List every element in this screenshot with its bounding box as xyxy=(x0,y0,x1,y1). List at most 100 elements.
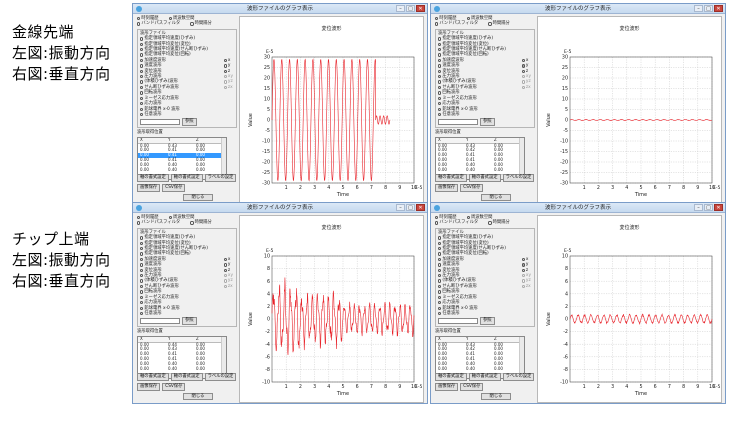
file-path-input[interactable] xyxy=(438,318,478,325)
x-tick-label: 7 xyxy=(668,185,671,191)
save-csv-button[interactable]: CSV保存 xyxy=(460,184,484,192)
maximize-button[interactable]: □ xyxy=(406,5,415,12)
table-cell: 0.00 xyxy=(494,166,503,172)
waveform-file-option[interactable]: 任意波形 xyxy=(438,112,533,117)
table-cell: 0.00 xyxy=(196,166,205,172)
file-path-input[interactable] xyxy=(438,119,478,126)
radio-time-interval[interactable]: 時間隔分 xyxy=(190,220,212,225)
window-titlebar[interactable]: 波形ファイルのグラフ表示 – □ ✕ xyxy=(133,203,427,213)
caption-line: 右図:垂直方向 xyxy=(12,65,111,83)
radio-time-interval[interactable]: 時間隔分 xyxy=(488,220,510,225)
plot-area: 変位波形 -30 -25 -20 -15 -10 -5 0 5 10 15 20 25 30 1 2 3 4 5 6 7… xyxy=(537,16,722,204)
y-tick-label: -4 xyxy=(265,342,270,348)
minimize-button[interactable]: – xyxy=(396,204,405,211)
minimize-button[interactable]: – xyxy=(694,5,703,12)
file-path-input[interactable] xyxy=(140,119,180,126)
window-titlebar[interactable]: 波形ファイルのグラフ表示 – □ ✕ xyxy=(431,203,725,213)
maximize-button[interactable]: □ xyxy=(704,204,713,211)
label-settings-button[interactable]: ラベルの設定 xyxy=(204,373,237,381)
radio-icon xyxy=(521,85,525,90)
axis-format-button-2[interactable]: 軸の書式設定 xyxy=(170,373,203,381)
radio-label: バンドパスフィルタ xyxy=(141,220,181,226)
axis-format-button[interactable]: 軸の書式設定 xyxy=(435,373,467,381)
browse-button[interactable]: 参照 xyxy=(182,317,197,326)
x-axis-label: Time xyxy=(336,391,349,397)
save-csv-button[interactable]: CSV保存 xyxy=(162,184,186,192)
maximize-button[interactable]: □ xyxy=(406,204,415,211)
radio-icon xyxy=(190,22,194,26)
window-titlebar[interactable]: 波形ファイルのグラフ表示 – □ ✕ xyxy=(133,4,427,14)
close-window-button[interactable]: ✕ xyxy=(416,204,425,211)
radio-bandpass[interactable]: バンドパスフィルタ xyxy=(435,220,478,225)
radio-icon xyxy=(223,58,227,63)
file-path-input[interactable] xyxy=(140,318,180,325)
table-vertical-scrollbar[interactable] xyxy=(519,336,524,378)
x-tick-label: 4 xyxy=(327,384,330,390)
table-row[interactable]: 0.00 0.40 0.00 xyxy=(436,166,524,173)
radio-bandpass[interactable]: バンドパスフィルタ xyxy=(435,21,478,26)
browse-button[interactable]: 参照 xyxy=(480,317,495,326)
window-controls: – □ ✕ xyxy=(396,5,425,12)
minimize-button[interactable]: – xyxy=(694,204,703,211)
table-cell: 0.00 xyxy=(140,365,149,371)
save-image-button[interactable]: 画像保存 xyxy=(137,184,161,192)
y-tick-label: 15 xyxy=(264,86,270,92)
axis-option-zx[interactable]: zx xyxy=(521,283,531,289)
radio-time-interval[interactable]: 時間隔分 xyxy=(488,21,510,26)
y-tick-label: -6 xyxy=(265,354,270,360)
label-settings-button[interactable]: ラベルの設定 xyxy=(502,174,535,182)
close-button[interactable]: 閉じる xyxy=(481,393,511,400)
axis-option-zx[interactable]: zx xyxy=(223,84,233,90)
radio-bandpass[interactable]: バンドパスフィルタ xyxy=(137,220,180,225)
radio-time-interval[interactable]: 時間隔分 xyxy=(190,21,212,26)
browse-button[interactable]: 参照 xyxy=(480,118,495,127)
axis-format-button-2[interactable]: 軸の書式設定 xyxy=(468,174,501,182)
save-csv-button[interactable]: CSV保存 xyxy=(162,383,186,391)
x-tick-label: 6 xyxy=(654,384,657,390)
axis-format-button-2[interactable]: 軸の書式設定 xyxy=(468,373,501,381)
filter-row: バンドパスフィルタ 時間隔分 xyxy=(435,21,535,26)
radio-icon xyxy=(521,268,525,273)
radio-icon xyxy=(438,263,442,267)
save-image-button[interactable]: 画像保存 xyxy=(435,184,459,192)
save-image-button[interactable]: 画像保存 xyxy=(435,383,459,391)
x-tick-label: 8 xyxy=(682,384,685,390)
radio-icon xyxy=(438,69,442,74)
table-vertical-scrollbar[interactable] xyxy=(519,137,524,179)
label-settings-button[interactable]: ラベルの設定 xyxy=(502,373,535,381)
radio-label: 時間隔分 xyxy=(492,220,510,226)
x-tick-label: 8 xyxy=(682,185,685,191)
table-row[interactable]: 0.00 0.40 0.00 xyxy=(138,166,226,173)
waveform-file-option[interactable]: 任意波形 xyxy=(438,311,533,316)
close-button[interactable]: 閉じる xyxy=(183,393,213,400)
maximize-button[interactable]: □ xyxy=(704,5,713,12)
axis-format-button-2[interactable]: 軸の書式設定 xyxy=(170,174,203,182)
table-row[interactable]: 0.00 0.40 0.00 xyxy=(138,365,226,372)
close-window-button[interactable]: ✕ xyxy=(714,204,723,211)
axis-option-zx[interactable]: zx xyxy=(521,85,531,90)
close-window-button[interactable]: ✕ xyxy=(714,5,723,12)
axis-format-button[interactable]: 軸の書式設定 xyxy=(137,373,169,381)
axis-format-button[interactable]: 軸の書式設定 xyxy=(435,174,467,182)
table-vertical-scrollbar[interactable] xyxy=(221,336,226,378)
close-button[interactable]: 閉じる xyxy=(183,194,213,201)
table-vertical-scrollbar[interactable] xyxy=(221,137,226,179)
axis-option-label: zx xyxy=(227,84,233,90)
window-titlebar[interactable]: 波形ファイルのグラフ表示 – □ ✕ xyxy=(431,4,725,14)
close-button[interactable]: 閉じる xyxy=(481,194,511,201)
waveform-file-option[interactable]: 任意波形 xyxy=(140,112,235,117)
x-exponent-label: E-5 xyxy=(415,384,423,390)
radio-bandpass[interactable]: バンドパスフィルタ xyxy=(137,21,180,26)
table-cell: 0.00 xyxy=(196,365,205,371)
axis-option-zx[interactable]: zx xyxy=(223,284,233,289)
waveform-file-option[interactable]: 任意波形 xyxy=(140,311,235,316)
save-image-button[interactable]: 画像保存 xyxy=(137,383,161,391)
label-settings-button[interactable]: ラベルの設定 xyxy=(204,174,237,182)
minimize-button[interactable]: – xyxy=(396,5,405,12)
axis-format-button[interactable]: 軸の書式設定 xyxy=(137,174,169,182)
axis-option-label: zx xyxy=(525,283,531,289)
table-row[interactable]: 0.00 0.40 0.00 xyxy=(436,366,524,372)
save-csv-button[interactable]: CSV保存 xyxy=(460,383,484,391)
close-window-button[interactable]: ✕ xyxy=(416,5,425,12)
browse-button[interactable]: 参照 xyxy=(182,118,197,127)
